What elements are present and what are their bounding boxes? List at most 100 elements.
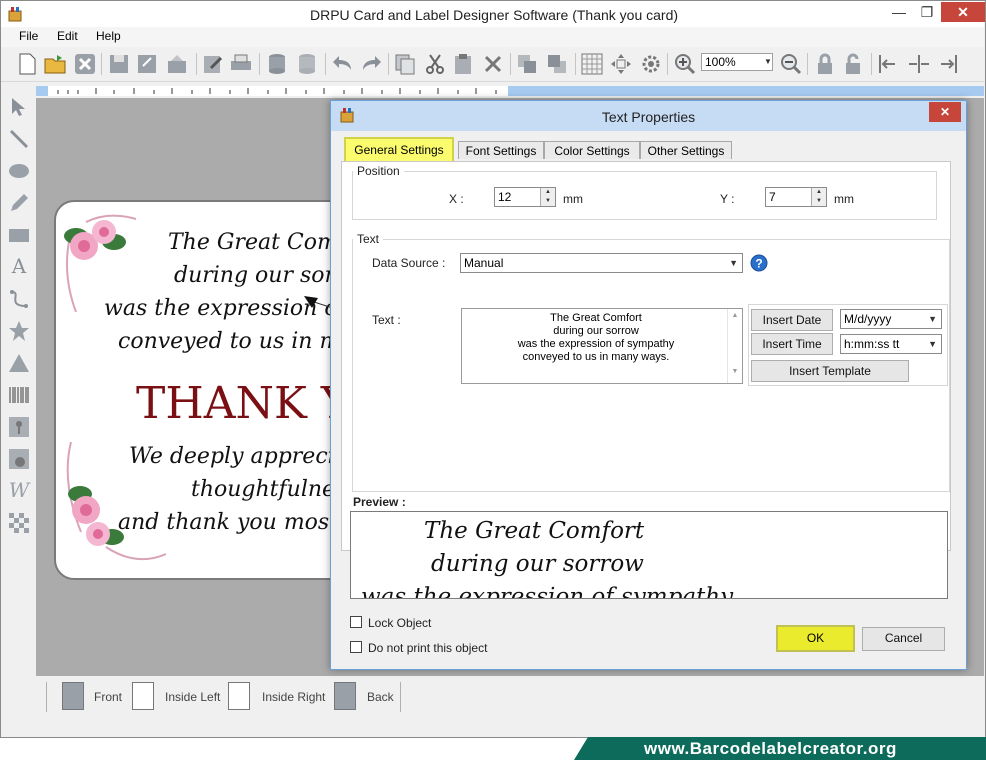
page-inside-left-icon — [132, 682, 154, 710]
zoom-in-icon[interactable] — [673, 52, 697, 76]
align-left-icon[interactable] — [877, 52, 901, 76]
database-import-icon[interactable] — [295, 52, 319, 76]
preview-box: The Great Comfort during our sorrow was … — [350, 511, 948, 599]
minimize-button[interactable]: — — [885, 2, 913, 22]
word-art-icon[interactable]: W — [8, 478, 30, 502]
pencil-icon[interactable] — [8, 192, 30, 214]
pages-bar-divider — [400, 682, 401, 712]
date-format-select[interactable]: M/d/yyyy ▼ — [840, 309, 942, 329]
export-icon[interactable] — [165, 52, 189, 76]
settings-icon[interactable] — [639, 52, 663, 76]
page-inside-right-icon — [228, 682, 250, 710]
paste-icon[interactable] — [451, 52, 475, 76]
y-position-input[interactable]: 7 ▲ ▼ — [765, 187, 827, 207]
toolbar-separator — [807, 53, 808, 75]
insert-template-button[interactable]: Insert Template — [751, 360, 909, 382]
lock-icon[interactable] — [813, 52, 837, 76]
ellipse-icon[interactable] — [8, 160, 30, 182]
cancel-button[interactable]: Cancel — [862, 627, 945, 651]
text-input-line: was the expression of sympathy — [517, 338, 675, 350]
dialog-close-button[interactable]: ✕ — [929, 102, 961, 122]
save-as-icon[interactable] — [135, 52, 159, 76]
tab-other-settings[interactable]: Other Settings — [640, 141, 732, 159]
close-file-icon[interactable] — [73, 52, 97, 76]
text-input-line: during our sorrow — [553, 325, 639, 337]
data-source-label: Data Source : — [372, 256, 446, 270]
text-label: Text : — [372, 313, 401, 327]
page-inside-left-label: Inside Left — [165, 690, 221, 704]
general-settings-panel: Position X : 12 ▲ ▼ mm Y : 7 ▲ ▼ mm Text D… — [341, 161, 951, 551]
open-folder-icon[interactable] — [43, 52, 67, 76]
triangle-icon[interactable] — [8, 352, 30, 374]
page-front-label: Front — [94, 690, 123, 704]
dialog-title-bar: Text Properties ✕ — [331, 101, 966, 131]
line-icon[interactable] — [8, 128, 30, 150]
unlock-icon[interactable] — [841, 52, 865, 76]
align-center-icon[interactable] — [907, 52, 931, 76]
toolbar-separator — [101, 53, 102, 75]
date-format-value: M/d/yyyy — [844, 312, 892, 326]
curve-icon[interactable] — [8, 288, 30, 310]
insert-date-button[interactable]: Insert Date — [751, 309, 833, 331]
preview-line: The Great Comfort — [424, 518, 645, 544]
lock-object-checkbox[interactable] — [350, 616, 362, 628]
tab-font-settings[interactable]: Font Settings — [458, 141, 544, 159]
picture-library-icon[interactable] — [8, 448, 30, 470]
send-backward-icon[interactable] — [545, 52, 569, 76]
data-source-value: Manual — [464, 256, 504, 270]
toolbar-separator — [510, 53, 511, 75]
text-input-area[interactable]: The Great Comfort during our sorrow was … — [461, 308, 743, 384]
toolbar-separator — [259, 53, 260, 75]
preview-line: during our sorrow — [431, 551, 644, 577]
tab-color-settings[interactable]: Color Settings — [544, 141, 640, 159]
help-icon[interactable]: ? — [750, 254, 768, 272]
no-print-label: Do not print this object — [368, 641, 488, 655]
x-position-input[interactable]: 12 ▲ ▼ — [494, 187, 556, 207]
star-icon[interactable] — [8, 320, 30, 342]
align-right-icon[interactable] — [935, 52, 959, 76]
save-icon[interactable] — [107, 52, 131, 76]
dialog-title: Text Properties — [601, 109, 696, 125]
text-scrollbar[interactable]: ▲ ▼ — [727, 309, 742, 383]
text-tool-icon[interactable]: A — [8, 254, 30, 278]
rectangle-icon[interactable] — [8, 224, 30, 246]
time-format-select[interactable]: h:mm:ss tt ▼ — [840, 334, 942, 354]
zoom-out-icon[interactable] — [779, 52, 803, 76]
card-preview[interactable]: The Great Comfort during our sorrow was … — [54, 200, 354, 580]
no-print-checkbox[interactable] — [350, 641, 362, 653]
page-inside-right-label: Inside Right — [262, 690, 326, 704]
edit-icon[interactable] — [201, 52, 225, 76]
barcode-icon[interactable] — [8, 384, 30, 406]
print-icon[interactable] — [229, 52, 253, 76]
grid-icon[interactable] — [580, 52, 604, 76]
text-properties-dialog: Text Properties ✕ General Settings Font … — [330, 100, 967, 670]
close-button[interactable]: ✕ — [941, 2, 985, 22]
card-line-5: We deeply appreciate your — [129, 444, 352, 469]
move-icon[interactable] — [609, 52, 633, 76]
insert-time-button[interactable]: Insert Time — [751, 333, 833, 355]
redo-icon[interactable] — [359, 52, 383, 76]
menu-edit[interactable]: Edit — [57, 29, 78, 43]
data-source-select[interactable]: Manual ▼ — [460, 253, 743, 273]
watermark-text: www.Barcodelabelcreator.org — [644, 739, 897, 758]
cut-icon[interactable] — [423, 52, 447, 76]
menu-file[interactable]: File — [19, 29, 38, 43]
pointer-icon[interactable] — [8, 96, 30, 118]
new-file-icon[interactable] — [15, 52, 39, 76]
copy-icon[interactable] — [393, 52, 417, 76]
y-spin-buttons[interactable]: ▲ ▼ — [811, 188, 826, 206]
restore-button[interactable]: ❐ — [913, 2, 941, 22]
zoom-select[interactable]: 100% — [701, 53, 773, 71]
pages-bar-divider — [46, 682, 47, 712]
menu-help[interactable]: Help — [96, 29, 121, 43]
x-spin-buttons[interactable]: ▲ ▼ — [540, 188, 555, 206]
ok-button[interactable]: OK — [776, 625, 855, 652]
y-label: Y : — [720, 192, 735, 206]
undo-icon[interactable] — [331, 52, 355, 76]
watermark-icon[interactable] — [8, 512, 30, 534]
delete-icon[interactable] — [481, 52, 505, 76]
tab-general-settings[interactable]: General Settings — [344, 137, 454, 163]
bring-forward-icon[interactable] — [515, 52, 539, 76]
image-icon[interactable] — [8, 416, 30, 438]
database-icon[interactable] — [265, 52, 289, 76]
